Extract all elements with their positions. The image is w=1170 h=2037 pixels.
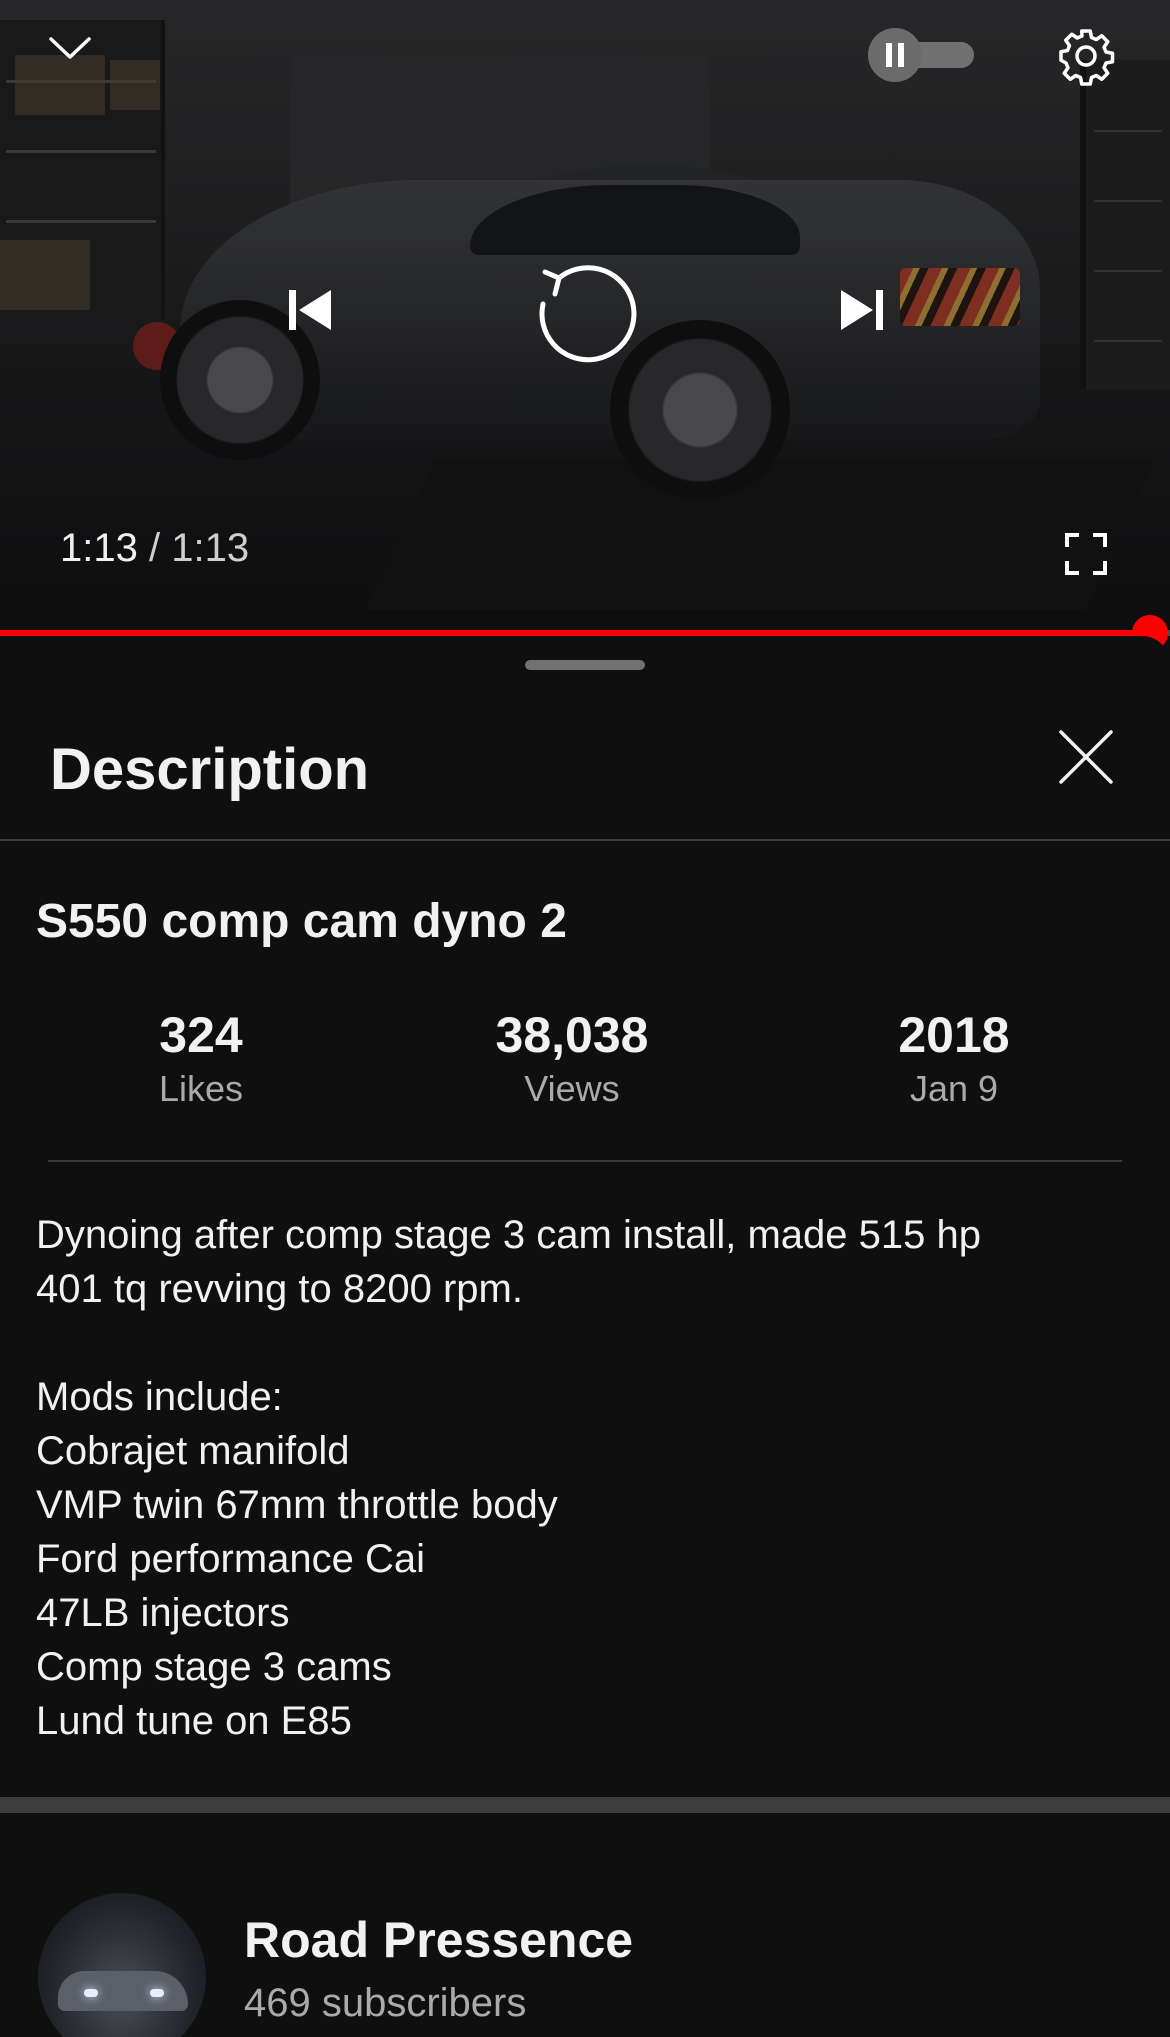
settings-button[interactable]	[1050, 20, 1122, 92]
avatar-car-shape	[58, 1971, 188, 2011]
stat-views: 38,038 Views	[422, 1006, 722, 1110]
previous-video-button[interactable]	[270, 270, 350, 350]
chevron-down-icon	[49, 36, 91, 59]
views-count: 38,038	[495, 1007, 649, 1063]
fullscreen-button[interactable]	[1060, 528, 1112, 580]
gear-icon	[1059, 29, 1115, 86]
video-stats: 324 Likes 38,038 Views 2018 Jan 9	[0, 1006, 1170, 1116]
avatar-headlight	[150, 1989, 164, 1997]
close-icon	[1059, 730, 1113, 784]
stat-date: 2018 Jan 9	[804, 1006, 1104, 1110]
channel-name[interactable]: Road Pressence	[244, 1911, 633, 1969]
video-player[interactable]: 1:13 / 1:13	[0, 0, 1170, 632]
divider	[48, 1160, 1122, 1162]
channel-avatar[interactable]	[38, 1893, 206, 2037]
likes-count: 324	[159, 1007, 243, 1063]
description-text: Dynoing after comp stage 3 cam install, …	[36, 1213, 981, 1743]
views-label: Views	[524, 1068, 620, 1109]
close-button[interactable]	[1050, 721, 1122, 793]
publish-date: Jan 9	[909, 1068, 999, 1109]
current-time: 1:13	[60, 526, 138, 570]
panel-title: Description	[50, 737, 370, 802]
fullscreen-icon	[1065, 533, 1107, 575]
publish-year: 2018	[898, 1007, 1010, 1063]
drag-handle[interactable]	[525, 660, 645, 670]
duration: 1:13	[171, 526, 250, 570]
section-divider	[0, 1797, 1170, 1813]
autoplay-knob	[868, 28, 922, 82]
skip-previous-icon	[289, 290, 331, 330]
channel-row[interactable]: Road Pressence 469 subscribers	[0, 1813, 1170, 2037]
description-panel: Description S550 comp cam dyno 2 324 Lik…	[0, 636, 1170, 2037]
replay-icon	[539, 265, 637, 363]
likes-label: Likes	[158, 1068, 244, 1109]
panel-header: Description	[0, 686, 1170, 841]
skip-next-icon	[841, 290, 883, 330]
subscriber-count: 469 subscribers	[244, 1981, 527, 2025]
pause-icon	[886, 43, 904, 67]
next-video-button[interactable]	[822, 270, 902, 350]
avatar-headlight	[84, 1989, 98, 1997]
collapse-button[interactable]	[40, 25, 100, 70]
time-display: 1:13 / 1:13	[60, 526, 249, 571]
stat-likes: 324 Likes	[51, 1006, 351, 1110]
autoplay-toggle[interactable]	[868, 28, 978, 82]
video-title: S550 comp cam dyno 2	[36, 895, 567, 948]
time-separator: /	[148, 526, 161, 570]
replay-button[interactable]	[520, 245, 650, 375]
